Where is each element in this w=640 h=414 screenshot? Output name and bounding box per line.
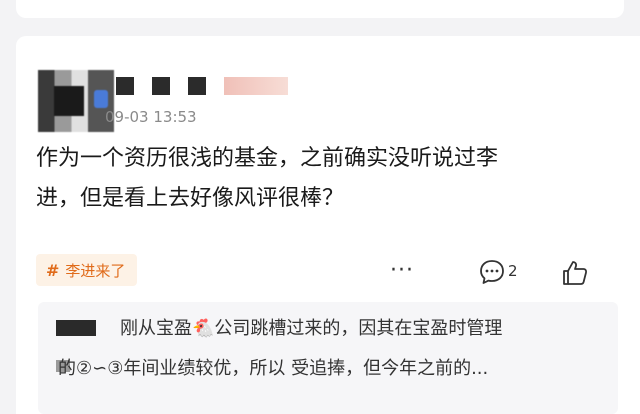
username-redacted (116, 76, 288, 96)
post-content-line2: 进，但是看上去好像风评很棒？ (36, 186, 345, 211)
thumbs-up-icon (563, 261, 588, 285)
previous-post-card (16, 0, 624, 18)
comment-button[interactable]: 2 (478, 258, 528, 288)
post-card: 09-03 13:53 作为一个资历很浅的基金，之前确实没听说过李 进，但是看上… (16, 36, 640, 414)
reply-preview[interactable]: 刚从宝盈🐔公司跳槽过来的，因其在宝盈时管理 的②∽③年间业绩较优，所以 受追捧，… (38, 302, 618, 414)
comment-count: 2 (508, 262, 518, 280)
post-content-line1: 作为一个资历很浅的基金，之前确实没听说过李 (36, 146, 499, 171)
hash-icon: # (46, 260, 60, 280)
post-time: 09-03 13:53 (105, 108, 197, 126)
reply-text-line2: 的②∽③年间业绩较优，所以 受追捧，但今年之前的... (58, 358, 489, 379)
comment-icon (480, 260, 504, 284)
more-options-button[interactable]: ··· (390, 258, 414, 283)
post-content[interactable]: 作为一个资历很浅的基金，之前确实没听说过李 进，但是看上去好像风评很棒？ (36, 139, 626, 219)
like-button[interactable] (560, 258, 590, 288)
avatar[interactable] (38, 70, 114, 132)
topic-label: 李进来了 (65, 261, 126, 280)
reply-author-redacted (56, 320, 96, 336)
reply-text-line1: 刚从宝盈🐔公司跳槽过来的，因其在宝盈时管理 (120, 318, 503, 339)
topic-tag[interactable]: # 李进来了 (36, 254, 138, 286)
